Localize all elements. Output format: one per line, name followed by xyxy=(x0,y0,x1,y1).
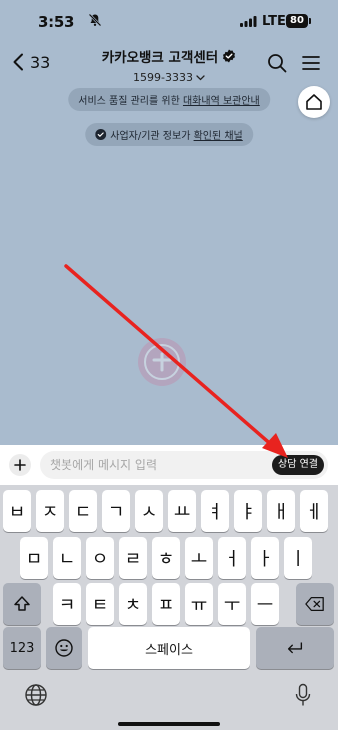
space-key[interactable]: 스페이스 xyxy=(88,627,250,669)
privacy-notice-text: 서비스 품질 관리를 위한 xyxy=(78,96,183,107)
key-n[interactable]: ㄴ xyxy=(53,537,81,579)
channel-name: 카카오뱅크 고객센터 xyxy=(101,50,219,66)
delete-key[interactable] xyxy=(296,583,334,625)
key-s[interactable]: ㅅ xyxy=(135,490,163,532)
chat-title-area: 카카오뱅크 고객센터 1599-3333 xyxy=(84,46,254,85)
status-time: 3:53 xyxy=(38,13,75,31)
home-icon xyxy=(306,94,322,110)
key-p[interactable]: ㅍ xyxy=(152,583,180,625)
key-yo[interactable]: ㅛ xyxy=(168,490,196,532)
signal-icon xyxy=(240,16,257,27)
return-key[interactable] xyxy=(256,627,334,669)
key-j[interactable]: ㅈ xyxy=(36,490,64,532)
korean-keyboard: ㅂ ㅈ ㄷ ㄱ ㅅ ㅛ ㅕ ㅑ ㅐ ㅔ ㅁ ㄴ ㅇ ㄹ ㅎ ㅗ ㅓ ㅏ ㅣ ㅋ … xyxy=(0,485,338,730)
plus-icon xyxy=(14,459,26,471)
phone-number: 1599-3333 xyxy=(133,71,193,84)
verified-channel-link[interactable]: 확인된 채널 xyxy=(194,131,243,142)
key-ya[interactable]: ㅑ xyxy=(234,490,262,532)
key-e[interactable]: ㅔ xyxy=(300,490,328,532)
return-icon xyxy=(287,642,303,654)
shift-key[interactable] xyxy=(3,583,41,625)
key-r[interactable]: ㄹ xyxy=(119,537,147,579)
globe-icon[interactable] xyxy=(24,683,48,707)
key-t[interactable]: ㅌ xyxy=(86,583,114,625)
privacy-notice-link[interactable]: 대화내역 보관안내 xyxy=(183,96,260,107)
key-yu[interactable]: ㅠ xyxy=(185,583,213,625)
key-yeo[interactable]: ㅕ xyxy=(201,490,229,532)
key-b[interactable]: ㅂ xyxy=(3,490,31,532)
key-eu[interactable]: ㅡ xyxy=(251,583,279,625)
chevron-left-icon xyxy=(13,53,23,71)
microphone-icon[interactable] xyxy=(294,683,312,707)
emoji-icon xyxy=(55,639,73,657)
key-i[interactable]: ㅣ xyxy=(284,537,312,579)
key-h[interactable]: ㅎ xyxy=(152,537,180,579)
privacy-notice: 서비스 품질 관리를 위한 대화내역 보관안내 xyxy=(68,88,270,111)
unread-count: 33 xyxy=(30,52,51,72)
key-o[interactable]: ㅗ xyxy=(185,537,213,579)
status-bar: 3:53 LTE 80 xyxy=(0,0,338,44)
connect-agent-button[interactable]: 상담 연결 xyxy=(272,455,324,475)
back-button[interactable]: 33 xyxy=(12,49,50,75)
chat-title: 카카오뱅크 고객센터 xyxy=(102,46,236,66)
key-ae[interactable]: ㅐ xyxy=(267,490,295,532)
emoji-key[interactable] xyxy=(46,627,82,669)
numbers-key[interactable]: 123 xyxy=(3,627,41,669)
key-ng[interactable]: ㅇ xyxy=(86,537,114,579)
key-d[interactable]: ㄷ xyxy=(69,490,97,532)
key-g[interactable]: ㄱ xyxy=(102,490,130,532)
check-circle-icon xyxy=(95,129,107,140)
home-button[interactable] xyxy=(298,86,330,118)
verified-badge-icon xyxy=(223,49,236,63)
home-indicator xyxy=(118,722,220,726)
search-icon[interactable] xyxy=(266,52,288,74)
shift-icon xyxy=(14,596,30,611)
silent-bell-icon xyxy=(88,13,102,27)
key-u[interactable]: ㅜ xyxy=(218,583,246,625)
chat-header: 33 카카오뱅크 고객센터 1599-3333 xyxy=(0,44,338,84)
attach-button[interactable] xyxy=(9,454,31,476)
watermark-seal-icon xyxy=(138,338,186,386)
key-eo[interactable]: ㅓ xyxy=(218,537,246,579)
battery-icon: 80 xyxy=(286,14,311,28)
verified-channel-notice: 사업자/기관 정보가 확인된 채널 xyxy=(85,123,253,146)
key-ch[interactable]: ㅊ xyxy=(119,583,147,625)
chevron-down-icon xyxy=(196,74,205,80)
backspace-icon xyxy=(305,597,324,611)
network-label: LTE xyxy=(262,14,286,29)
key-m[interactable]: ㅁ xyxy=(20,537,48,579)
key-k[interactable]: ㅋ xyxy=(53,583,81,625)
verified-channel-text: 사업자/기관 정보가 xyxy=(110,131,194,142)
hamburger-menu-icon[interactable] xyxy=(300,52,322,74)
message-input-bar: 상담 연결 xyxy=(0,445,338,485)
phone-number-dropdown[interactable]: 1599-3333 xyxy=(133,71,205,84)
key-a[interactable]: ㅏ xyxy=(251,537,279,579)
